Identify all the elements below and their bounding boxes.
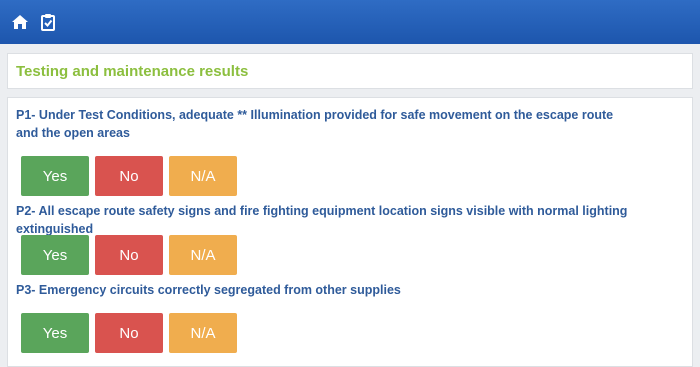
- yes-button[interactable]: Yes: [21, 235, 89, 275]
- section-title: Testing and maintenance results: [16, 62, 249, 80]
- clipboard-check-icon[interactable]: [38, 12, 58, 32]
- answer-group-p3: Yes No N/A: [21, 313, 237, 353]
- yes-button[interactable]: Yes: [21, 156, 89, 196]
- no-button[interactable]: No: [95, 156, 163, 196]
- question-text: P3- Emergency circuits correctly segrega…: [16, 283, 401, 297]
- question-text: P2- All escape route safety signs and fi…: [16, 204, 628, 236]
- top-toolbar: [0, 0, 700, 44]
- answer-group-p1: Yes No N/A: [21, 156, 237, 196]
- no-button[interactable]: No: [95, 313, 163, 353]
- no-button[interactable]: No: [95, 235, 163, 275]
- section-header: Testing and maintenance results: [7, 53, 693, 89]
- na-button[interactable]: N/A: [169, 235, 237, 275]
- na-button[interactable]: N/A: [169, 156, 237, 196]
- question-text: P1- Under Test Conditions, adequate ** I…: [16, 108, 614, 122]
- na-button[interactable]: N/A: [169, 313, 237, 353]
- question-text: and the open areas: [16, 126, 130, 140]
- questions-panel: P1- Under Test Conditions, adequate ** I…: [7, 97, 693, 367]
- question-p1: P1- Under Test Conditions, adequate ** I…: [16, 106, 686, 142]
- question-p2: P2- All escape route safety signs and fi…: [16, 202, 686, 238]
- question-p3: P3- Emergency circuits correctly segrega…: [16, 281, 686, 299]
- answer-group-p2: Yes No N/A: [21, 235, 237, 275]
- home-icon[interactable]: [10, 12, 30, 32]
- yes-button[interactable]: Yes: [21, 313, 89, 353]
